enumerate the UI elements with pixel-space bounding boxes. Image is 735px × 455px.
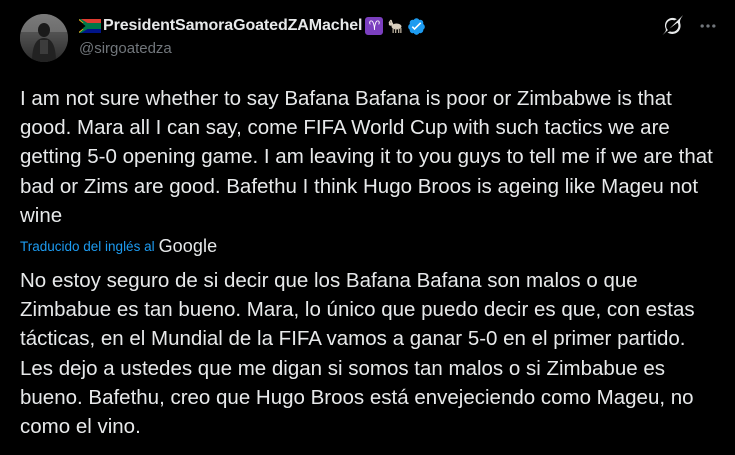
display-name-row[interactable]: PresidentSamoraGoatedZAMachel ♈ [79, 15, 426, 37]
south-africa-flag-icon [79, 19, 101, 33]
translation-label[interactable]: Traducido del inglés al [20, 239, 155, 254]
author-handle[interactable]: @sirgoatedza [79, 40, 426, 57]
translated-text: No estoy seguro de si decir que los Bafa… [20, 269, 695, 439]
translation-attribution: Traducido del inglés al Google [20, 236, 217, 257]
tweet: PresidentSamoraGoatedZAMachel ♈ @sirgoat… [0, 0, 735, 455]
avatar-image [20, 14, 68, 62]
tweet-text: I am not sure whether to say Bafana Bafa… [20, 87, 713, 227]
aries-icon: ♈ [365, 17, 384, 35]
goat-icon [388, 19, 402, 33]
grok-icon [662, 15, 683, 36]
tweet-actions [660, 14, 720, 38]
grok-button[interactable] [660, 14, 684, 38]
more-button[interactable] [696, 14, 720, 38]
google-logo: Google [158, 236, 218, 256]
tweet-header: PresidentSamoraGoatedZAMachel ♈ @sirgoat… [20, 14, 720, 64]
avatar[interactable] [20, 14, 68, 62]
verified-badge-icon[interactable] [407, 17, 426, 36]
display-name: PresidentSamoraGoatedZAMachel [103, 17, 363, 34]
more-icon [700, 24, 716, 28]
author-names: PresidentSamoraGoatedZAMachel ♈ @sirgoat… [79, 15, 426, 57]
